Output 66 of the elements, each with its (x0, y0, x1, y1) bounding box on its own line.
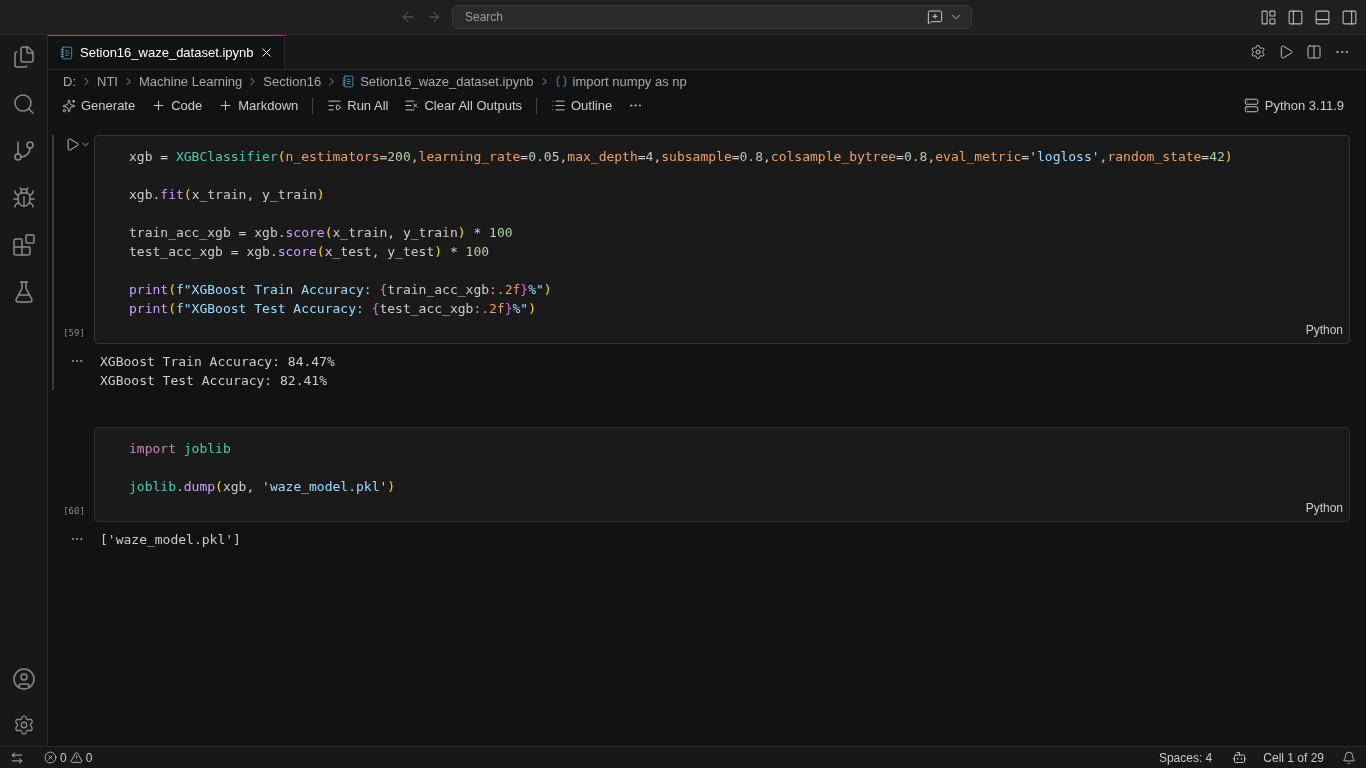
settings-icon[interactable] (1250, 44, 1266, 60)
bottom-panel-icon[interactable] (1314, 8, 1331, 26)
branch-icon[interactable] (11, 139, 36, 163)
run-cell-button[interactable] (65, 137, 91, 152)
account-icon[interactable] (11, 667, 36, 691)
code-cell[interactable]: import joblib joblib.dump(xgb, 'waze_model.pkl') Python (94, 427, 1350, 522)
toolbar-button[interactable]: Run All (325, 98, 391, 113)
language-label[interactable]: Python (1305, 323, 1343, 337)
language-label[interactable]: Python (1305, 501, 1343, 515)
output-line: XGBoost Test Accuracy: 82.41% (100, 372, 328, 390)
code-line: xgb.fit(x_train, y_train) (129, 186, 326, 204)
warning-icon (69, 751, 83, 764)
settings-icon[interactable] (12, 714, 35, 736)
problems-indicator[interactable]: 0 0 (44, 750, 93, 765)
breadcrumb-item[interactable]: Machine Learning (138, 74, 243, 89)
files-icon[interactable] (11, 45, 36, 69)
indentation-status[interactable]: Spaces: 4 (1158, 750, 1213, 765)
bug-icon[interactable] (11, 186, 36, 210)
output-line: XGBoost Train Accuracy: 84.47% (100, 353, 336, 371)
left-panel-icon[interactable] (1287, 8, 1304, 26)
breadcrumb-item[interactable]: D: (63, 74, 76, 89)
remote-icon[interactable] (10, 750, 24, 765)
code-line: print(f"XGBoost Train Accuracy: {train_acc_xgb:.2f}%") (129, 281, 553, 299)
output-line: ['waze_model.pkl'] (100, 531, 242, 549)
breadcrumb-item[interactable]: import numpy as np (572, 74, 687, 89)
breadcrumb-item[interactable]: Setion16_waze_dataset.ipynb (360, 74, 534, 89)
blocks-icon[interactable] (11, 233, 36, 257)
kernel-picker[interactable]: Python 3.11.9 (1237, 97, 1350, 114)
breadcrumb-item[interactable]: NTI (97, 74, 118, 89)
toolbar-button[interactable]: Markdown (216, 98, 301, 113)
python-symbol-icon (554, 75, 568, 88)
run-all-icon (327, 98, 343, 113)
error-icon (44, 751, 57, 764)
execution-count: [60] (63, 506, 85, 516)
notebook-icon (60, 45, 74, 60)
search-field[interactable]: Search (463, 9, 921, 25)
bell-icon[interactable] (1342, 750, 1356, 765)
toolbar-button[interactable]: Code (149, 98, 205, 113)
code-line: joblib.dump(xgb, 'waze_model.pkl') (129, 478, 397, 496)
toolbar-button[interactable]: Outline (549, 98, 615, 113)
search-icon[interactable] (11, 92, 36, 116)
sparkles-icon (62, 98, 76, 113)
code-cell[interactable] (94, 135, 1350, 344)
toolbar-button[interactable]: Generate (60, 98, 138, 113)
clear-list-icon (404, 98, 420, 113)
play-icon[interactable] (1278, 44, 1294, 60)
notebook-icon (342, 75, 356, 88)
plus-icon (151, 98, 167, 113)
code-line: xgb = XGBClassifier(n_estimators=200,learning_rate=0.05,max_depth=4,subsample=0.8,colsample_bytree=0.8,eval_metric='logloss',random_state=42) (129, 148, 1234, 166)
split-editor-icon[interactable] (1306, 44, 1322, 60)
code-line: import joblib (129, 440, 232, 458)
layout-icon[interactable] (1260, 8, 1277, 26)
notebook-tab[interactable]: Setion16_waze_dataset.ipynb (48, 35, 286, 69)
breadcrumb-item[interactable]: Section16 (263, 74, 322, 89)
cell-position-status[interactable]: Cell 1 of 29 (1263, 750, 1324, 765)
code-line: print(f"XGBoost Test Accuracy: {test_acc_xgb:.2f}%") (129, 300, 537, 318)
code-line: train_acc_xgb = xgb.score(x_train, y_train) * 100 (129, 224, 514, 242)
chat-icon[interactable] (927, 9, 943, 25)
list-icon (551, 98, 566, 113)
play-icon (65, 137, 80, 152)
toolbar-button[interactable]: Clear All Outputs (402, 98, 524, 113)
search-bar[interactable]: Search (452, 5, 972, 29)
right-panel-icon[interactable] (1341, 8, 1358, 26)
execution-count: [59] (63, 328, 85, 338)
plus-icon (218, 98, 234, 113)
code-line: test_acc_xgb = xgb.score(x_test, y_test) * 100 (129, 243, 491, 261)
